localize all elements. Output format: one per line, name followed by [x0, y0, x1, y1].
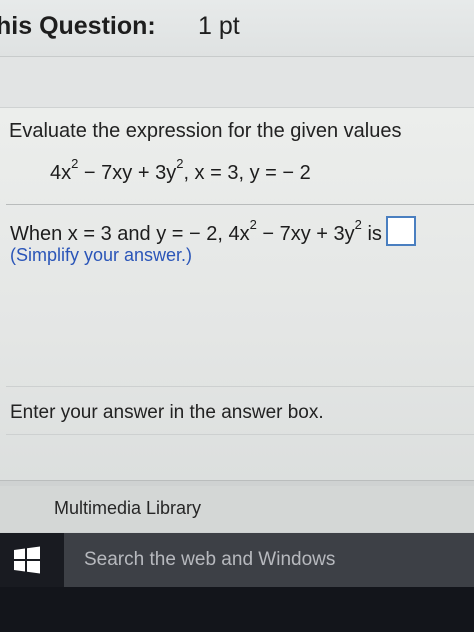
taskbar-search-placeholder: Search the web and Windows — [84, 549, 336, 570]
question-header-title: his Question: — [0, 12, 156, 40]
question-divider — [6, 204, 474, 205]
answer-exponent-2: 2 — [354, 217, 362, 233]
answer-statement: When x = 3 and y = − 2, 4x2 − 7xy + 3y2 … — [10, 216, 416, 246]
instruction-divider — [6, 386, 474, 387]
content-bottom-divider — [6, 434, 474, 435]
expression-term-1: 4x — [50, 162, 72, 184]
expression-term-2: − 7xy + 3y — [78, 162, 177, 184]
answer-prefix: When x = 3 and y = − 2, 4x — [10, 223, 250, 245]
browser-page: his Question: 1 pt Evaluate the expressi… — [0, 0, 474, 632]
answer-input-box[interactable] — [385, 216, 416, 246]
start-button[interactable] — [0, 533, 64, 587]
windows-logo-icon — [14, 546, 40, 574]
answer-instruction: Enter your answer in the answer box. — [10, 402, 324, 423]
given-expression: 4x2 − 7xy + 3y2, x = 3, y = − 2 — [50, 157, 311, 185]
header-spacer — [0, 57, 474, 107]
question-panel: Evaluate the expression for the given va… — [0, 107, 474, 481]
answer-middle: − 7xy + 3y — [256, 223, 355, 245]
multimedia-library-link[interactable]: Multimedia Library — [54, 498, 201, 519]
simplify-hint: (Simplify your answer.) — [10, 245, 193, 265]
given-values: , x = 3, y = − 2 — [183, 162, 311, 184]
question-prompt: Evaluate the expression for the given va… — [9, 120, 402, 142]
media-bar: Multimedia Library — [0, 486, 474, 532]
question-header: his Question: 1 pt — [0, 0, 474, 57]
answer-exponent-1: 2 — [249, 217, 257, 233]
windows-taskbar: Search the web and Windows — [0, 533, 474, 632]
expression-exponent-1: 2 — [71, 156, 79, 172]
expression-exponent-2: 2 — [176, 156, 184, 172]
answer-suffix: is — [361, 223, 382, 245]
taskbar-search-box[interactable]: Search the web and Windows — [64, 533, 474, 587]
question-points: 1 pt — [198, 12, 240, 40]
